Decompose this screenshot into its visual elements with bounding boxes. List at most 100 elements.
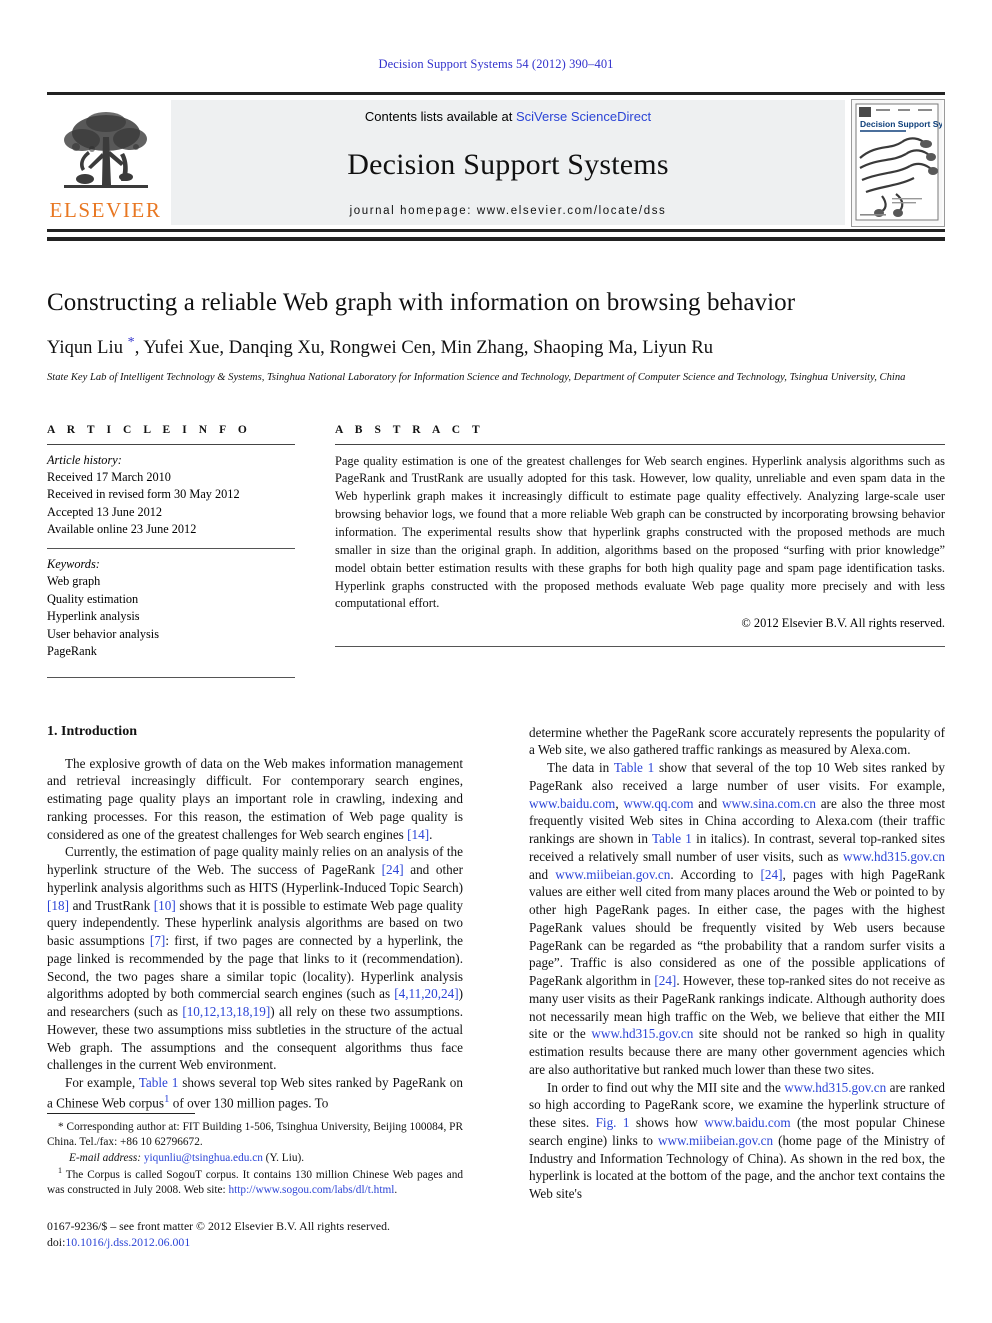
inline-reference-link[interactable]: www.baidu.com xyxy=(704,1115,790,1130)
inline-reference-link[interactable]: [24] xyxy=(654,973,676,988)
inline-reference-link[interactable]: [18] xyxy=(47,898,69,913)
inline-reference-link[interactable]: [10] xyxy=(154,898,176,913)
title-block: Constructing a reliable Web graph with i… xyxy=(47,288,945,386)
keyword-item: PageRank xyxy=(47,644,97,659)
footnote-email: E-mail address: yiqunliu@tsinghua.edu.cn… xyxy=(47,1151,463,1166)
info-abstract-row: A R T I C L E I N F O Article history: R… xyxy=(47,424,945,678)
abstract-heading: A B S T R A C T xyxy=(335,423,485,436)
paragraph-text: and TrustRank xyxy=(68,897,154,913)
inline-reference-link[interactable]: [4,11,20,24] xyxy=(394,986,458,1001)
footnote-corpus: 1 The Corpus is called SogouT corpus. It… xyxy=(47,1166,463,1198)
body-column-gap xyxy=(463,724,529,1203)
footnote-corresponding-author: * Corresponding author at: FIT Building … xyxy=(47,1120,463,1151)
journal-article-page: Decision Support Systems 54 (2012) 390–4… xyxy=(0,0,992,1323)
article-history-item: Available online 23 June 2012 xyxy=(47,522,197,537)
inline-reference-link[interactable]: www.miibeian.gov.cn xyxy=(555,867,670,882)
journal-title: Decision Support Systems xyxy=(347,148,669,181)
inline-reference-link[interactable]: www.miibeian.gov.cn xyxy=(658,1133,773,1148)
abstract-top-rule xyxy=(335,443,945,445)
paragraph: For example, Table 1 shows several top W… xyxy=(47,1074,463,1112)
paragraph: Currently, the estimation of page qualit… xyxy=(47,843,463,1074)
keyword-item: Web graph xyxy=(47,574,101,589)
footnotes-block: * Corresponding author at: FIT Building … xyxy=(47,1113,463,1251)
inline-reference-link[interactable]: [24] xyxy=(760,867,782,882)
email-label: E-mail address: xyxy=(69,1151,142,1164)
footnote-corresponding-text: Corresponding author at: FIT Building 1-… xyxy=(47,1121,463,1149)
page-title: Constructing a reliable Web graph with i… xyxy=(47,289,796,316)
keywords-top-rule xyxy=(47,547,295,549)
article-info-bottom-rule xyxy=(47,676,295,678)
paragraph-text: of over 130 million pages. To xyxy=(169,1095,329,1111)
sciencedirect-link[interactable]: SciVerse ScienceDirect xyxy=(516,109,651,124)
inline-reference-link[interactable]: [10,12,13,18,19] xyxy=(182,1004,270,1019)
paragraph: The data in Table 1 show that several of… xyxy=(529,759,945,1079)
masthead-center: Contents lists available at SciVerse Sci… xyxy=(171,100,845,225)
authors-before-marker: Yiqun Liu xyxy=(47,338,128,359)
paragraph-text: For example, xyxy=(65,1075,139,1090)
journal-cover-thumbnail: Decision Support Systems xyxy=(851,98,945,227)
paragraph-text: . According to xyxy=(670,866,761,882)
email-link[interactable]: yiqunliu@tsinghua.edu.cn xyxy=(144,1152,263,1164)
email-suffix: (Y. Liu). xyxy=(262,1151,305,1164)
paragraph-text: . xyxy=(429,826,433,842)
keyword-item: Quality estimation xyxy=(47,591,139,606)
paragraph-text: , pages with high PageRank values are ei… xyxy=(529,866,945,989)
journal-masthead: ELSEVIER Contents lists available at Sci… xyxy=(47,92,945,232)
journal-homepage-line[interactable]: journal homepage: www.elsevier.com/locat… xyxy=(350,205,667,217)
doi-label: doi: xyxy=(47,1235,66,1250)
paragraph: In order to find out why the MII site an… xyxy=(529,1079,945,1203)
article-history-label: Article history: xyxy=(47,452,122,467)
inline-reference-link[interactable]: [7] xyxy=(150,933,165,948)
paragraph-text: shows how xyxy=(629,1115,705,1130)
inline-reference-link[interactable]: www.hd315.gov.cn xyxy=(784,1080,886,1095)
inline-reference-link[interactable]: www.hd315.gov.cn xyxy=(591,1026,693,1041)
abstract-copyright: © 2012 Elsevier B.V. All rights reserved… xyxy=(741,616,945,631)
keywords-label: Keywords: xyxy=(47,556,100,571)
elsevier-wordmark: ELSEVIER xyxy=(49,197,162,222)
body-right-column: determine whether the PageRank score acc… xyxy=(529,724,945,1203)
inline-reference-link[interactable]: www.hd315.gov.cn xyxy=(843,849,945,864)
paragraph-text: and xyxy=(529,866,556,882)
inline-reference-link[interactable]: www.qq.com xyxy=(623,796,693,811)
article-info-column: A R T I C L E I N F O Article history: R… xyxy=(47,424,295,678)
issn-front-matter: 0167-9236/$ – see front matter © 2012 El… xyxy=(47,1218,390,1233)
keyword-item: Hyperlink analysis xyxy=(47,609,140,624)
author-list: Yiqun Liu *, Yufei Xue, Danqing Xu, Rong… xyxy=(47,335,945,359)
article-history-item: Received in revised form 30 May 2012 xyxy=(47,487,240,502)
footnote-separator-rule xyxy=(47,1113,195,1114)
abstract-bottom-rule xyxy=(335,646,945,648)
inline-reference-link[interactable]: [24] xyxy=(382,862,404,877)
inline-reference-link[interactable]: Table 1 xyxy=(614,760,654,775)
keyword-item: User behavior analysis xyxy=(47,626,160,641)
column-gap xyxy=(295,424,335,678)
sogou-corpus-link[interactable]: http://www.sogou.com/labs/dl/t.html xyxy=(229,1184,395,1196)
inline-reference-link[interactable]: [14] xyxy=(407,827,429,842)
article-info-top-rule xyxy=(47,443,295,445)
doi-line: doi:10.1016/j.dss.2012.06.001 xyxy=(47,1234,463,1251)
running-head: Decision Support Systems 54 (2012) 390–4… xyxy=(378,57,614,71)
elsevier-tree-icon xyxy=(57,106,154,199)
masthead-bottom-rule xyxy=(47,237,945,241)
abstract-column: A B S T R A C T Page quality estimation … xyxy=(335,424,945,678)
authors-after-marker: , Yufei Xue, Danqing Xu, Rongwei Cen, Mi… xyxy=(134,338,714,359)
keywords-group: Keywords: Web graph Quality estimation H… xyxy=(47,556,295,661)
paragraph-text: determine whether the PageRank score acc… xyxy=(529,724,945,758)
paragraph-text: The explosive growth of data on the Web … xyxy=(47,755,463,842)
paragraph-text: The data in xyxy=(547,760,614,775)
elsevier-logo: ELSEVIER xyxy=(47,100,164,225)
contents-prefix: Contents lists available at xyxy=(364,109,516,124)
article-history-item: Accepted 13 June 2012 xyxy=(47,504,163,519)
inline-reference-link[interactable]: Fig. 1 xyxy=(596,1115,630,1130)
article-info-heading: A R T I C L E I N F O xyxy=(47,423,252,436)
corresponding-author-marker[interactable]: * xyxy=(128,335,135,350)
inline-reference-link[interactable]: Table 1 xyxy=(139,1075,179,1090)
paragraph: The explosive growth of data on the Web … xyxy=(47,755,463,844)
doi-link[interactable]: 10.1016/j.dss.2012.06.001 xyxy=(65,1235,190,1249)
inline-reference-link[interactable]: www.baidu.com xyxy=(529,796,615,811)
contents-available-line: Contents lists available at SciVerse Sci… xyxy=(365,109,651,124)
inline-reference-link[interactable]: www.sina.com.cn xyxy=(722,796,816,811)
footnote-corpus-text-end: . xyxy=(394,1184,398,1197)
svg-text:Decision Support Systems: Decision Support Systems xyxy=(860,119,942,129)
inline-reference-link[interactable]: Table 1 xyxy=(652,831,692,846)
article-history-group: Article history: Received 17 March 2010 … xyxy=(47,452,295,539)
